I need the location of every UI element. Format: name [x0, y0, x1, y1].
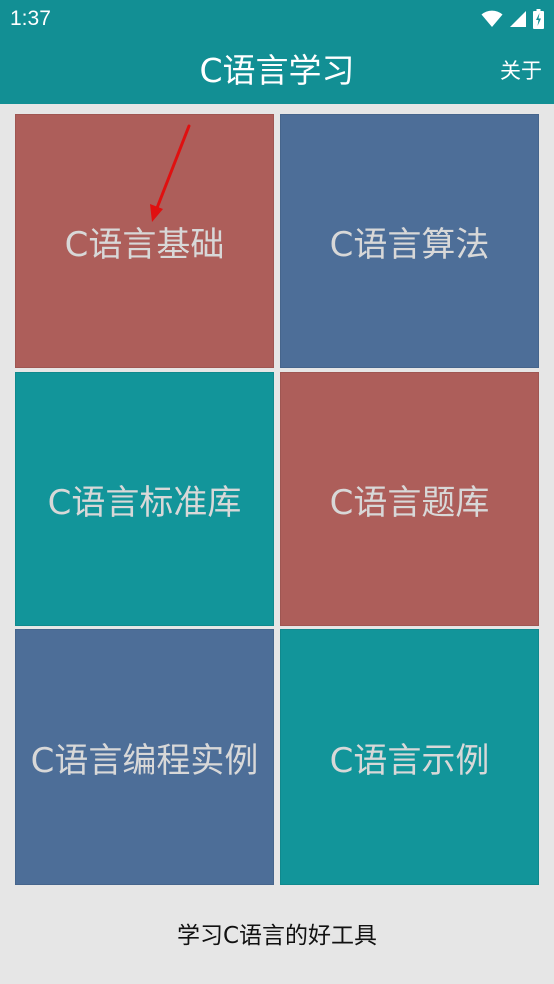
category-grid: C语言基础 C语言算法 C语言标准库 C语言题库 C语言编程实例 C语言示例: [15, 114, 539, 885]
tile-c-standard-library[interactable]: C语言标准库: [15, 372, 274, 626]
status-bar: 1:37: [0, 0, 554, 38]
battery-charging-icon: [533, 9, 544, 29]
wifi-icon: [481, 10, 503, 28]
tile-label: C语言基础: [64, 224, 225, 265]
footer-tagline: 学习C语言的好工具: [176, 923, 378, 949]
status-icons: [481, 8, 544, 30]
tile-c-question-bank[interactable]: C语言题库: [280, 372, 539, 626]
tile-label: C语言标准库: [47, 482, 242, 523]
tile-c-programming-examples[interactable]: C语言编程实例: [15, 629, 274, 885]
status-time: 1:37: [10, 7, 51, 30]
tile-c-examples[interactable]: C语言示例: [280, 629, 539, 885]
app-bar: C语言学习 关于: [0, 38, 554, 104]
tile-label: C语言示例: [329, 740, 490, 781]
tile-label: C语言编程实例: [30, 740, 259, 781]
tile-label: C语言题库: [329, 482, 490, 523]
app-title: C语言学习: [199, 51, 355, 90]
tile-c-basics[interactable]: C语言基础: [15, 114, 274, 368]
tile-label: C语言算法: [329, 224, 490, 265]
tile-c-algorithms[interactable]: C语言算法: [280, 114, 539, 368]
about-button[interactable]: 关于: [500, 38, 542, 104]
cellular-signal-icon: [509, 10, 527, 28]
